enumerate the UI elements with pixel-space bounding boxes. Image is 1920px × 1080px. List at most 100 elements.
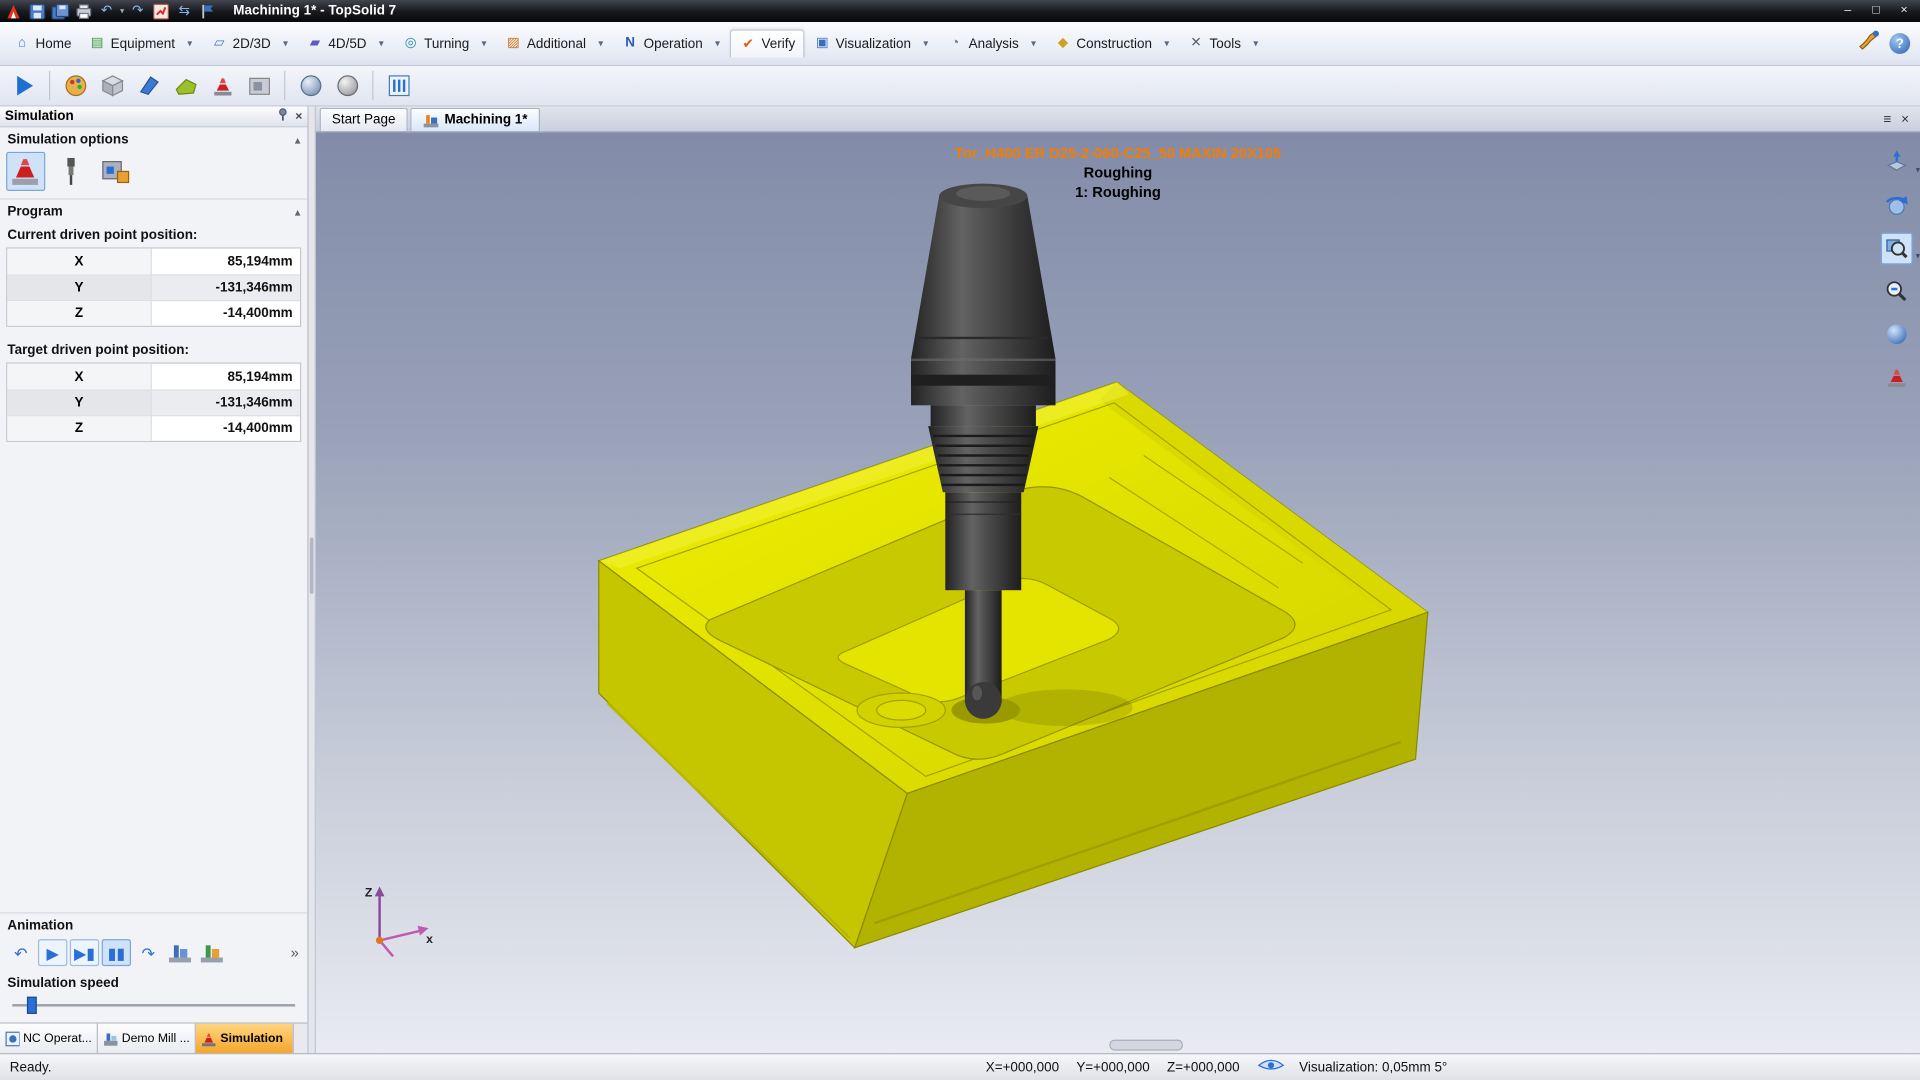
ribbon-tab-analysis[interactable]: ◔ Analysis <box>938 30 1027 57</box>
turning-icon: ◎ <box>402 37 419 50</box>
machine-simulation-option-button[interactable] <box>6 152 45 191</box>
doc-tab-start-page[interactable]: Start Page <box>320 108 408 131</box>
slider-thumb[interactable] <box>27 997 37 1014</box>
ribbon-tab-home[interactable]: ⌂ Home <box>5 30 80 57</box>
pin-icon[interactable] <box>277 108 289 125</box>
ribbon-tab-operation[interactable]: N Operation <box>613 30 711 57</box>
tab-label: Equipment <box>111 36 175 51</box>
stock-display-icon[interactable] <box>96 69 129 102</box>
section-label: Program <box>7 204 62 219</box>
turning-dropdown-icon[interactable]: ▾ <box>478 38 490 49</box>
construction-dropdown-icon[interactable]: ▾ <box>1161 38 1173 49</box>
dropdown-icon[interactable]: ▾ <box>1916 165 1920 175</box>
splitter-grip[interactable] <box>310 538 314 594</box>
simulation-options-header[interactable]: Simulation options ▴ <box>0 127 307 149</box>
collision-sphere-icon[interactable] <box>294 69 327 102</box>
program-section-header[interactable]: Program ▴ <box>0 200 307 222</box>
equipment-dropdown-icon[interactable]: ▾ <box>184 38 196 49</box>
print-icon[interactable] <box>73 2 93 20</box>
play-button[interactable]: ▶ <box>38 939 67 966</box>
zoom-window-button[interactable]: ▾ <box>1881 233 1913 265</box>
theme-brush-icon[interactable] <box>1858 29 1882 57</box>
overflow-icon[interactable]: » <box>291 944 302 961</box>
save-icon[interactable] <box>27 2 47 20</box>
additional-icon: ▨ <box>505 37 522 50</box>
stock-mode-button[interactable] <box>197 939 226 966</box>
flag-icon[interactable] <box>198 2 218 20</box>
tab-label: Start Page <box>332 113 396 128</box>
tab-demo-mill[interactable]: Demo Mill ... <box>98 1024 196 1053</box>
simulation-view-button[interactable] <box>1881 361 1913 393</box>
collapse-icon[interactable]: ▴ <box>295 206 300 217</box>
axis-label: Z <box>7 416 151 440</box>
4d5d-dropdown-icon[interactable]: ▾ <box>375 38 387 49</box>
topsolid-logo-icon[interactable] <box>4 2 24 20</box>
view-orientation-button[interactable]: ▾ <box>1881 147 1913 179</box>
help-icon[interactable]: ? <box>1889 33 1910 54</box>
axis-value: -14,400mm <box>152 301 300 325</box>
ribbon-right-icons: ? <box>1858 29 1916 57</box>
part-display-icon[interactable] <box>169 69 202 102</box>
panel-bottom-tabs: NC Operat... Demo Mill ... Simulation <box>0 1022 307 1053</box>
dropdown-icon[interactable]: ▾ <box>1916 251 1920 261</box>
operation-dropdown-icon[interactable]: ▾ <box>711 38 723 49</box>
pause-button[interactable]: ▮▮ <box>102 939 131 966</box>
maximize-button[interactable]: □ <box>1864 2 1888 19</box>
undo-icon[interactable]: ↶ <box>97 2 117 20</box>
visualization-dropdown-icon[interactable]: ▾ <box>920 38 932 49</box>
horizontal-scrollbar[interactable] <box>1109 1040 1182 1051</box>
ribbon-tab-4d5d[interactable]: ▰ 4D/5D <box>298 30 375 57</box>
refresh-icon[interactable]: ⇆ <box>175 2 195 20</box>
additional-dropdown-icon[interactable]: ▾ <box>595 38 607 49</box>
ribbon-tab-additional[interactable]: ▨ Additional <box>496 30 594 57</box>
panel-splitter[interactable] <box>309 107 316 1054</box>
machine-mode-button[interactable] <box>165 939 194 966</box>
export-icon[interactable] <box>151 2 171 20</box>
minimize-button[interactable]: – <box>1836 2 1860 19</box>
save-all-icon[interactable] <box>50 2 70 20</box>
analysis-dropdown-icon[interactable]: ▾ <box>1027 38 1039 49</box>
undo-dropdown-icon[interactable]: ▾ <box>120 6 124 16</box>
main-toolbar <box>0 66 1920 106</box>
target-position-table: X 85,194mm Y -131,346mm Z -14,400mm <box>6 362 301 442</box>
play-simulation-button[interactable] <box>7 69 40 102</box>
control-panel-icon[interactable] <box>382 69 415 102</box>
machine-config-option-button[interactable] <box>97 152 136 191</box>
redo-icon[interactable]: ↷ <box>128 2 148 20</box>
tab-simulation[interactable]: Simulation <box>196 1024 294 1053</box>
visualization-setting-text: Visualization: 0,05mm 5° <box>1299 1060 1447 1075</box>
3d-viewport[interactable]: Tor_H400 ER D25-2-060-C25_50 MAXIN 20X10… <box>316 132 1920 1053</box>
ribbon-tab-construction[interactable]: ◆ Construction <box>1046 30 1161 57</box>
ribbon-tab-tools[interactable]: ✕ Tools <box>1179 30 1250 57</box>
tab-list-icon[interactable]: ≡ <box>1883 113 1891 128</box>
machine-simulation-icon[interactable] <box>206 69 239 102</box>
ribbon-tab-visualization[interactable]: ▣ Visualization <box>805 30 920 57</box>
tool-display-icon[interactable] <box>132 69 165 102</box>
collapse-icon[interactable]: ▴ <box>295 134 300 145</box>
ribbon-tab-equipment[interactable]: ▤ Equipment <box>80 30 184 57</box>
shaded-render-button[interactable] <box>1881 318 1913 350</box>
spindle-option-button[interactable] <box>51 152 90 191</box>
tab-label: Analysis <box>969 36 1019 51</box>
ribbon-tab-2d3d[interactable]: ▱ 2D/3D <box>202 30 279 57</box>
material-sphere-icon[interactable] <box>331 69 364 102</box>
step-forward-button[interactable]: ▶▮ <box>70 939 99 966</box>
zoom-out-button[interactable] <box>1881 276 1913 308</box>
tools-dropdown-icon[interactable]: ▾ <box>1250 38 1262 49</box>
ribbon-tab-verify[interactable]: ✔ Verify <box>730 29 805 57</box>
tab-nc-operations[interactable]: NC Operat... <box>0 1024 98 1053</box>
rewind-button[interactable]: ↶ <box>6 939 35 966</box>
machine-housing-icon[interactable] <box>242 69 275 102</box>
ribbon-tab-bar: ⌂ Home ▤ Equipment ▾ ▱ 2D/3D ▾ ▰ 4D/5D ▾… <box>0 22 1920 66</box>
current-position-table: X 85,194mm Y -131,346mm Z -14,400mm <box>6 247 301 327</box>
ribbon-tab-turning[interactable]: ◎ Turning <box>394 30 478 57</box>
orbit-view-button[interactable] <box>1881 190 1913 222</box>
simulation-speed-slider[interactable] <box>12 996 295 1016</box>
2d3d-dropdown-icon[interactable]: ▾ <box>279 38 291 49</box>
doc-tab-machining[interactable]: Machining 1* <box>410 108 540 131</box>
replay-button[interactable]: ↷ <box>133 939 162 966</box>
close-document-icon[interactable]: × <box>1901 113 1909 128</box>
color-palette-icon[interactable] <box>59 69 92 102</box>
close-button[interactable]: × <box>1892 2 1916 19</box>
panel-close-icon[interactable]: × <box>295 110 302 123</box>
